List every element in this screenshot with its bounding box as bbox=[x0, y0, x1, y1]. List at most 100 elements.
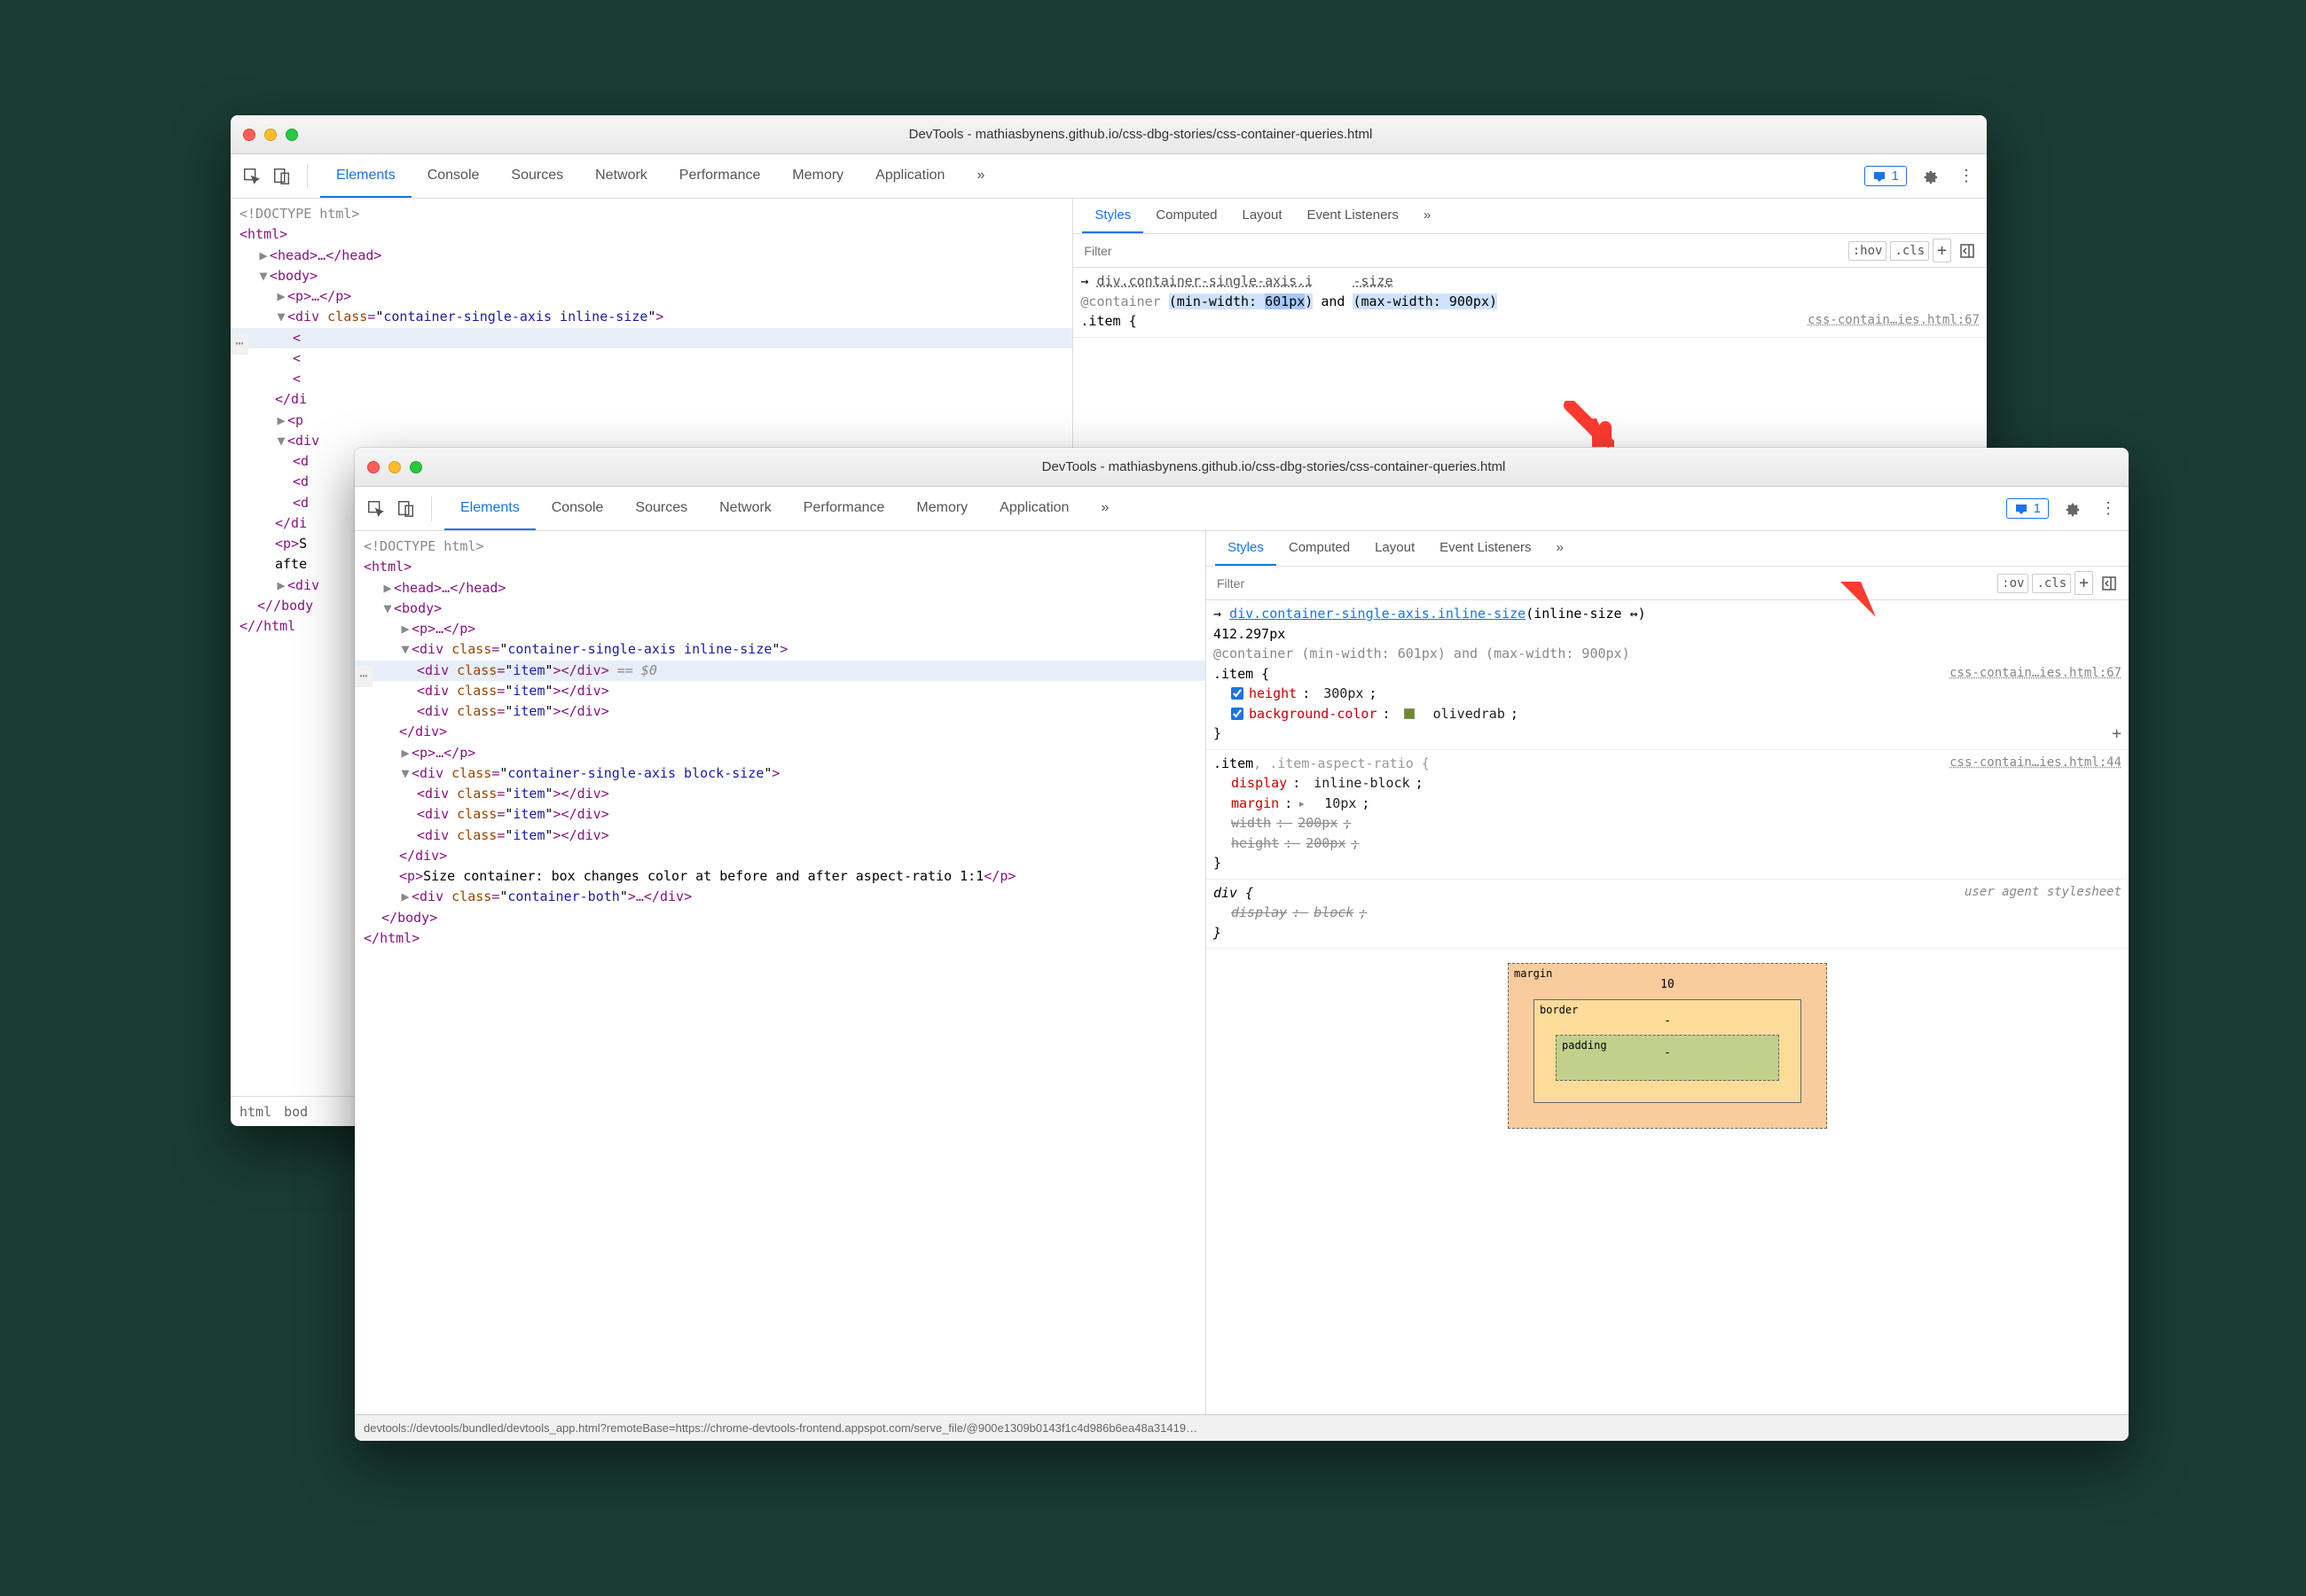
tab-console[interactable]: Console bbox=[412, 155, 496, 198]
rule-block-ua[interactable]: div {user agent stylesheet display: bloc… bbox=[1206, 880, 2129, 950]
tab-network[interactable]: Network bbox=[703, 488, 788, 530]
close-icon[interactable] bbox=[367, 461, 380, 473]
source-link[interactable]: css-contain…ies.html:67 bbox=[1949, 664, 2122, 683]
prop-toggle-bg[interactable] bbox=[1231, 708, 1243, 720]
selector-item: .item { bbox=[1080, 313, 1136, 329]
devtools-window-front: DevTools - mathiasbynens.github.io/css-d… bbox=[355, 448, 2129, 1441]
hov-toggle[interactable]: :hov bbox=[1848, 241, 1887, 261]
color-swatch[interactable] bbox=[1404, 708, 1415, 719]
zoom-icon[interactable] bbox=[286, 129, 298, 141]
tag-body[interactable]: body bbox=[278, 268, 310, 284]
rule-block-2[interactable]: .item, .item-aspect-ratio {css-contain…i… bbox=[1206, 750, 2129, 880]
issues-badge[interactable]: 1 bbox=[2006, 498, 2049, 519]
traffic-lights bbox=[367, 461, 422, 473]
add-class-icon[interactable]: + bbox=[1933, 239, 1951, 262]
tabs-overflow[interactable]: » bbox=[961, 155, 1000, 198]
subtab-computed[interactable]: Computed bbox=[1276, 531, 1362, 566]
hov-toggle[interactable]: :ov bbox=[1997, 574, 2028, 593]
status-url: devtools://devtools/bundled/devtools_app… bbox=[364, 1421, 1197, 1435]
ua-stylesheet-label: user agent stylesheet bbox=[1965, 883, 2122, 902]
device-icon[interactable] bbox=[394, 497, 419, 521]
gear-icon[interactable] bbox=[1918, 164, 1942, 189]
tab-network[interactable]: Network bbox=[579, 155, 663, 198]
tab-application[interactable]: Application bbox=[859, 155, 961, 198]
doctype: <!DOCTYPE html> bbox=[239, 206, 359, 222]
inspect-icon[interactable] bbox=[364, 497, 388, 521]
subtab-eventlisteners[interactable]: Event Listeners bbox=[1427, 531, 1543, 566]
tab-elements[interactable]: Elements bbox=[320, 155, 412, 198]
panel-toggle-icon[interactable] bbox=[1955, 239, 1980, 263]
crumb-html[interactable]: html bbox=[239, 1104, 271, 1120]
tab-sources[interactable]: Sources bbox=[495, 155, 579, 198]
minimize-icon[interactable] bbox=[388, 461, 401, 473]
selector-link[interactable]: div.container-single-axis.i bbox=[1096, 273, 1313, 289]
add-class-icon[interactable]: + bbox=[2075, 571, 2093, 595]
window-title: DevTools - mathiasbynens.github.io/css-d… bbox=[431, 459, 2116, 474]
inspect-icon[interactable] bbox=[239, 164, 264, 189]
rule-block-1[interactable]: → div.container-single-axis.inline-size(… bbox=[1206, 600, 2129, 750]
source-link[interactable]: css-contain…ies.html:67 bbox=[1808, 311, 1980, 330]
subtab-layout[interactable]: Layout bbox=[1362, 531, 1427, 566]
styles-filter-input[interactable] bbox=[1080, 240, 1844, 262]
main-tabs: Elements Console Sources Network Perform… bbox=[320, 155, 1000, 198]
cls-toggle[interactable]: .cls bbox=[1890, 241, 1929, 261]
container-size-value: 412.297px bbox=[1213, 624, 2122, 645]
main-toolbar: Elements Console Sources Network Perform… bbox=[231, 154, 1987, 199]
device-icon[interactable] bbox=[270, 164, 294, 189]
tab-sources[interactable]: Sources bbox=[619, 488, 703, 530]
subtab-eventlisteners[interactable]: Event Listeners bbox=[1295, 199, 1411, 233]
cls-toggle[interactable]: .cls bbox=[2032, 574, 2071, 593]
gutter-dots[interactable]: ⋯ bbox=[355, 666, 373, 687]
separator bbox=[307, 164, 308, 189]
styles-filter-input[interactable] bbox=[1213, 573, 1994, 594]
issues-badge[interactable]: 1 bbox=[1864, 166, 1907, 186]
toolbar-right: 1 ⋮ bbox=[1864, 164, 1978, 189]
tab-elements[interactable]: Elements bbox=[444, 488, 536, 530]
box-model[interactable]: margin 10 border - padding - bbox=[1508, 963, 1827, 1129]
main-tabs: Elements Console Sources Network Perform… bbox=[444, 488, 1125, 530]
tag-html[interactable]: html bbox=[247, 226, 279, 242]
separator bbox=[431, 497, 432, 521]
subtab-computed[interactable]: Computed bbox=[1143, 199, 1229, 233]
tab-console[interactable]: Console bbox=[536, 488, 620, 530]
source-link[interactable]: css-contain…ies.html:44 bbox=[1949, 754, 2122, 772]
subtabs-overflow[interactable]: » bbox=[1411, 199, 1443, 233]
kebab-icon[interactable]: ⋮ bbox=[2095, 497, 2120, 521]
traffic-lights bbox=[243, 129, 298, 141]
issues-count: 1 bbox=[1892, 168, 1899, 184]
tag-p[interactable]: p bbox=[295, 288, 303, 304]
minimize-icon[interactable] bbox=[264, 129, 277, 141]
prop-toggle-height[interactable] bbox=[1231, 687, 1243, 700]
tab-memory[interactable]: Memory bbox=[776, 155, 859, 198]
crumb-body[interactable]: bod bbox=[284, 1104, 308, 1120]
double-arrow-icon: ↔ bbox=[1630, 606, 1638, 622]
subtab-styles[interactable]: Styles bbox=[1082, 199, 1143, 233]
panel-toggle-icon[interactable] bbox=[2097, 571, 2122, 596]
zoom-icon[interactable] bbox=[410, 461, 422, 473]
subtab-styles[interactable]: Styles bbox=[1215, 531, 1276, 566]
p-text: Size container: box changes color at bef… bbox=[423, 868, 984, 884]
selector-item: .item { bbox=[1213, 666, 1269, 682]
container-selector-link[interactable]: div.container-single-axis.inline-size bbox=[1229, 606, 1526, 622]
selected-node[interactable]: <div class="item"></div> == $0 bbox=[355, 661, 1205, 681]
gear-icon[interactable] bbox=[2059, 497, 2084, 521]
tag-head[interactable]: head bbox=[278, 247, 310, 263]
tab-performance[interactable]: Performance bbox=[663, 155, 777, 198]
main-toolbar: Elements Console Sources Network Perform… bbox=[355, 487, 2129, 531]
elements-tree[interactable]: <!DOCTYPE html> <html> ▶<head>…</head> ▼… bbox=[355, 531, 1206, 1414]
gutter-dots[interactable]: ⋯ bbox=[231, 333, 248, 355]
tab-application[interactable]: Application bbox=[984, 488, 1085, 530]
window-title: DevTools - mathiasbynens.github.io/css-d… bbox=[307, 127, 1974, 142]
container-query-block[interactable]: → div.container-single-axis.ixxxxx-size … bbox=[1073, 268, 1987, 338]
selected-node[interactable]: < bbox=[231, 328, 1072, 348]
kebab-icon[interactable]: ⋮ bbox=[1953, 164, 1978, 189]
titlebar: DevTools - mathiasbynens.github.io/css-d… bbox=[355, 448, 2129, 487]
doctype: <!DOCTYPE html> bbox=[364, 538, 483, 554]
tab-memory[interactable]: Memory bbox=[900, 488, 984, 530]
subtab-layout[interactable]: Layout bbox=[1229, 199, 1294, 233]
tab-performance[interactable]: Performance bbox=[788, 488, 901, 530]
subtabs-overflow[interactable]: » bbox=[1544, 531, 1576, 566]
tabs-overflow[interactable]: » bbox=[1085, 488, 1125, 530]
close-icon[interactable] bbox=[243, 129, 255, 141]
add-property-icon[interactable]: + bbox=[2112, 722, 2122, 746]
